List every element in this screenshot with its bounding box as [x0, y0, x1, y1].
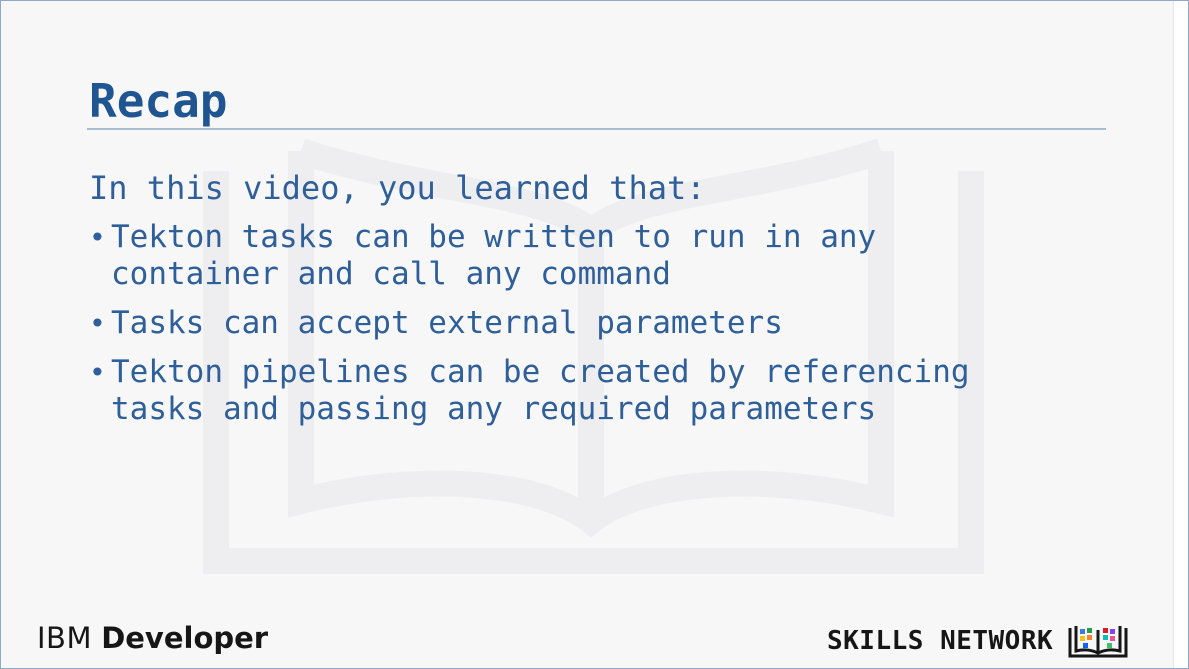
bullet-dot: •: [89, 307, 106, 340]
bullet-dot: •: [89, 356, 106, 389]
title-divider: [87, 128, 1106, 130]
side-scroll-strip: [1173, 1, 1188, 668]
bullet-item: • Tekton pipelines can be created by ref…: [89, 354, 1089, 428]
intro-text: In this video, you learned that:: [89, 169, 706, 207]
bullet-text: Tekton tasks can be written to run in an…: [111, 219, 877, 292]
slide-title: Recap: [89, 74, 228, 128]
ibm-logo-product: Developer: [101, 621, 269, 655]
bullet-item: • Tasks can accept external parameters: [89, 305, 1089, 342]
bullet-item: • Tekton tasks can be written to run in …: [89, 219, 1089, 293]
skills-network-text: SKILLS NETWORK: [827, 626, 1054, 656]
slide-frame: Recap In this video, you learned that: •…: [0, 0, 1189, 669]
ibm-developer-logo: IBM Developer: [37, 620, 268, 656]
ibm-logo-brand: IBM: [37, 621, 92, 655]
bullet-text: Tasks can accept external parameters: [111, 305, 783, 341]
bullet-dot: •: [89, 221, 106, 254]
bullet-text: Tekton pipelines can be created by refer…: [111, 354, 970, 427]
skills-network-logo: SKILLS NETWORK: [827, 622, 1129, 660]
recap-bullet-list: • Tekton tasks can be written to run in …: [89, 219, 1089, 440]
open-book-icon: [1068, 626, 1128, 658]
